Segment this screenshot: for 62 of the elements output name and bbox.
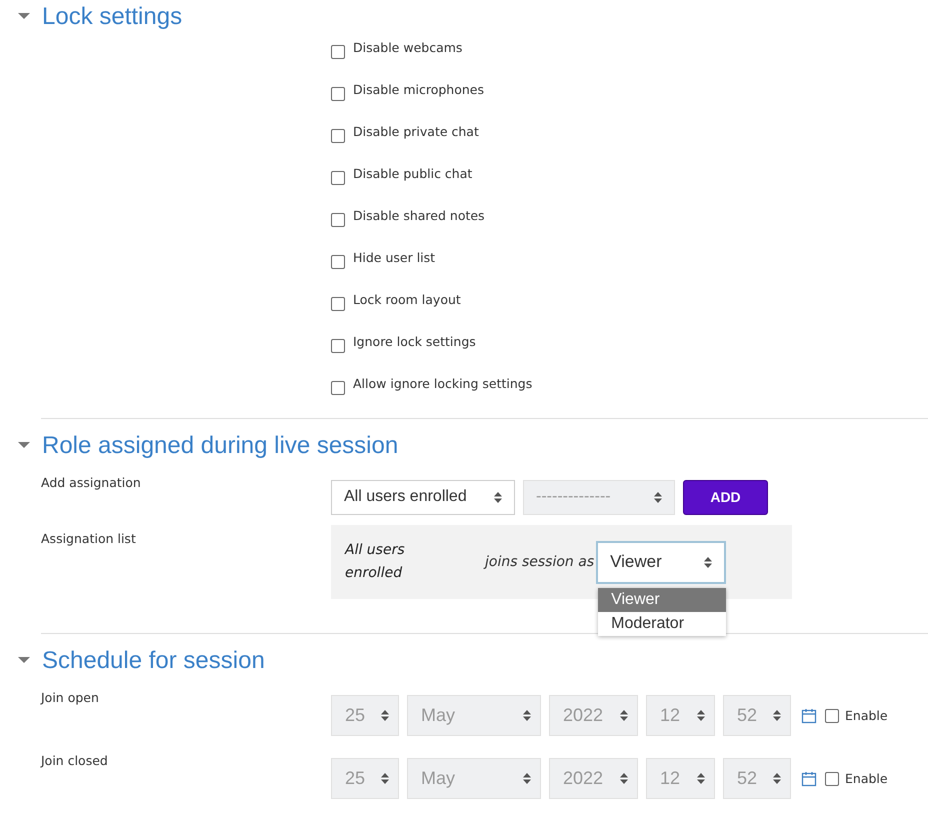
joins-text: joins session as xyxy=(485,554,594,570)
select-arrows-icon xyxy=(773,773,781,784)
select-value: Viewer xyxy=(610,552,662,572)
select-value: 25 xyxy=(345,705,366,726)
select-arrows-icon xyxy=(523,710,531,721)
select-arrows-icon xyxy=(654,492,662,502)
checkbox[interactable] xyxy=(331,297,345,311)
dropdown-option[interactable]: Viewer xyxy=(598,588,726,612)
select-arrows-icon xyxy=(523,773,531,784)
checkbox-label: Disable microphones xyxy=(353,82,484,97)
select-value: 2022 xyxy=(563,705,604,726)
field-label: Join open xyxy=(41,689,100,707)
select-value: 2022 xyxy=(563,768,604,789)
checkbox[interactable] xyxy=(331,87,345,101)
checkbox[interactable] xyxy=(331,129,345,143)
select-arrows-icon xyxy=(704,556,712,568)
role-select[interactable]: Viewer xyxy=(596,540,726,584)
select-field[interactable]: All users enrolled xyxy=(331,480,515,514)
select-value: 12 xyxy=(660,768,680,789)
dropdown-option[interactable]: Moderator xyxy=(598,612,726,636)
select-arrows-icon xyxy=(620,773,628,784)
section-title[interactable]: Lock settings xyxy=(42,3,182,31)
calendar-icon[interactable] xyxy=(801,708,817,724)
select-value: 25 xyxy=(345,768,366,789)
field-label: Assignation list xyxy=(41,530,137,548)
checkbox[interactable] xyxy=(331,381,345,395)
checkbox[interactable] xyxy=(331,255,345,269)
checkbox-label: Ignore lock settings xyxy=(353,334,476,349)
checkbox[interactable] xyxy=(331,339,345,353)
checkbox-label: Allow ignore locking settings xyxy=(353,376,532,391)
checkbox-label: Enable xyxy=(845,771,888,786)
select-value: 52 xyxy=(737,705,758,726)
select-value: 52 xyxy=(737,768,758,789)
select-value: May xyxy=(421,705,456,726)
checkbox-label: Disable public chat xyxy=(353,166,472,181)
section-title[interactable]: Role assigned during live session xyxy=(42,432,398,460)
field-label: Join closed xyxy=(41,752,109,770)
select-value: 12 xyxy=(660,705,680,726)
select-arrows-icon xyxy=(494,492,502,502)
select-arrows-icon xyxy=(381,773,389,784)
select-arrows-icon xyxy=(773,710,781,721)
select-value: All users enrolled xyxy=(344,488,467,506)
checkbox-label: Lock room layout xyxy=(353,292,461,307)
select-arrows-icon xyxy=(381,710,389,721)
select-value: May xyxy=(421,768,456,789)
user-group-label: All users enrolled xyxy=(345,541,406,583)
section-title[interactable]: Schedule for session xyxy=(42,647,265,675)
field-label: Add assignation xyxy=(41,474,142,492)
select-arrows-icon xyxy=(697,773,705,784)
select-value: -------------- xyxy=(536,488,611,506)
checkbox-label: Disable shared notes xyxy=(353,208,485,223)
checkbox-label: Disable private chat xyxy=(353,124,479,139)
select-arrows-icon xyxy=(620,710,628,721)
checkbox-label: Enable xyxy=(845,708,888,723)
checkbox-label: Hide user list xyxy=(353,250,436,265)
checkbox[interactable] xyxy=(331,171,345,185)
checkbox[interactable] xyxy=(331,213,345,227)
calendar-icon[interactable] xyxy=(801,770,817,786)
select-arrows-icon xyxy=(697,710,705,721)
add-button[interactable]: ADD xyxy=(683,480,768,514)
checkbox[interactable] xyxy=(331,45,345,59)
checkbox-label: Disable webcams xyxy=(353,40,462,55)
